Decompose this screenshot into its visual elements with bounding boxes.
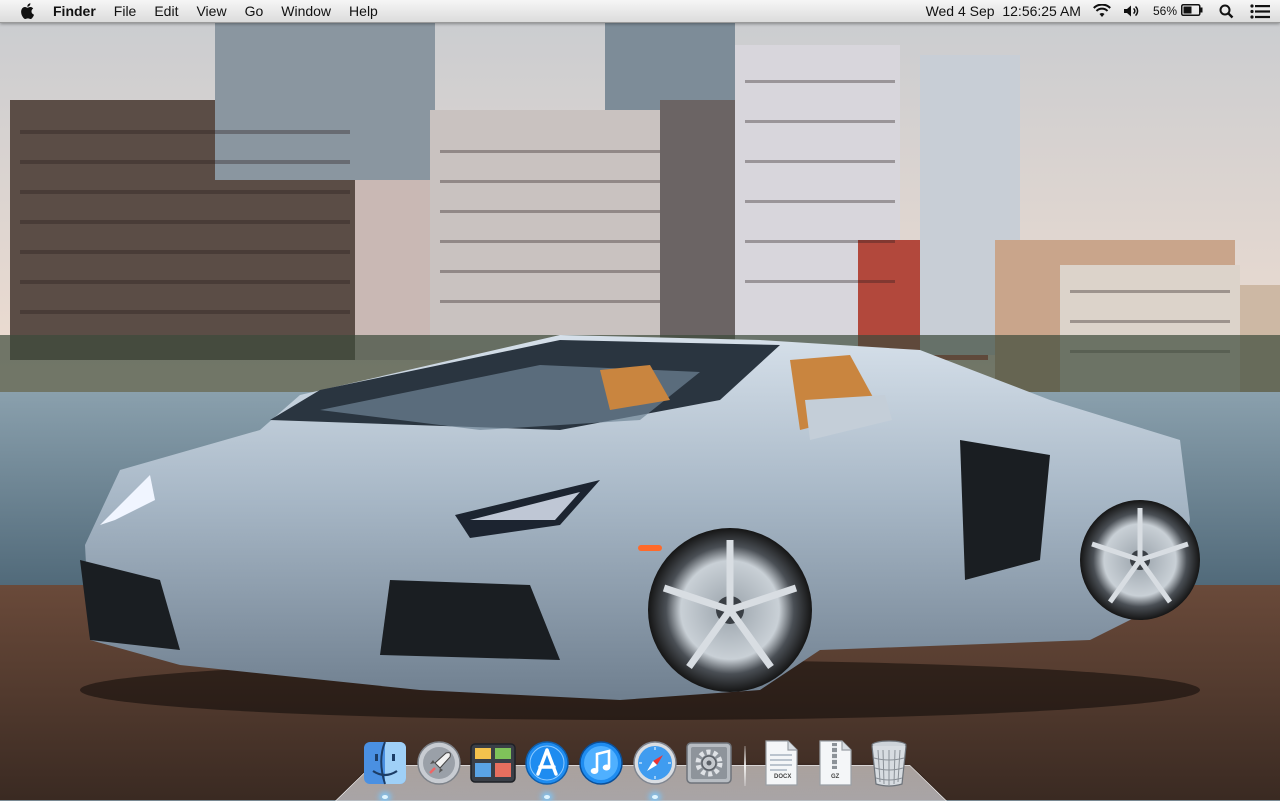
- menu-bar: Finder File Edit View Go Window Help Wed…: [0, 0, 1280, 23]
- menu-edit[interactable]: Edit: [145, 0, 187, 22]
- wifi-icon[interactable]: [1093, 0, 1111, 22]
- spotlight-icon[interactable]: [1219, 0, 1234, 22]
- dock-trash[interactable]: [862, 736, 916, 790]
- mission-control-icon: [470, 743, 516, 783]
- dock-safari[interactable]: [628, 736, 682, 799]
- dock-separator: [744, 746, 746, 786]
- battery-icon: [1181, 3, 1203, 19]
- battery-status[interactable]: 56%: [1153, 0, 1203, 22]
- running-indicator: [382, 795, 388, 799]
- itunes-icon: [579, 741, 623, 785]
- menu-go[interactable]: Go: [236, 0, 273, 22]
- menu-bar-left: Finder File Edit View Go Window Help: [0, 0, 387, 22]
- system-preferences-icon: [686, 742, 732, 784]
- desktop-wallpaper: [0, 0, 1280, 800]
- apple-icon[interactable]: [16, 0, 38, 22]
- clock[interactable]: Wed 4 Sep 12:56:25 AM: [926, 0, 1081, 22]
- running-indicator: [652, 795, 658, 799]
- menu-help[interactable]: Help: [340, 0, 387, 22]
- menu-file[interactable]: File: [105, 0, 146, 22]
- dock-launchpad[interactable]: [412, 736, 466, 790]
- dock-finder[interactable]: [358, 736, 412, 799]
- dock-docx-document[interactable]: DOCX: [754, 736, 808, 790]
- volume-icon[interactable]: [1123, 0, 1141, 22]
- trash-icon: [871, 740, 907, 787]
- finder-icon: [364, 741, 406, 785]
- menu-view[interactable]: View: [187, 0, 235, 22]
- launchpad-icon: [417, 741, 461, 785]
- running-indicator: [544, 795, 550, 799]
- battery-percent: 56%: [1152, 4, 1177, 18]
- docx-label: DOCX: [774, 774, 792, 780]
- dock-app-store[interactable]: [520, 736, 574, 799]
- gz-label: GZ: [831, 774, 840, 780]
- dock-gz-archive[interactable]: GZ: [808, 736, 862, 790]
- dock-itunes[interactable]: [574, 736, 628, 790]
- menu-bar-extras: Wed 4 Sep 12:56:25 AM 56%: [914, 0, 1280, 22]
- dock-mission-control[interactable]: [466, 736, 520, 790]
- dock: DOCX GZ: [358, 734, 916, 799]
- safari-icon: [633, 741, 677, 785]
- menu-window[interactable]: Window: [272, 0, 340, 22]
- app-store-icon: [525, 741, 569, 785]
- dock-system-preferences[interactable]: [682, 736, 736, 790]
- menu-app-name[interactable]: Finder: [44, 0, 105, 22]
- notification-center-icon[interactable]: [1250, 0, 1270, 22]
